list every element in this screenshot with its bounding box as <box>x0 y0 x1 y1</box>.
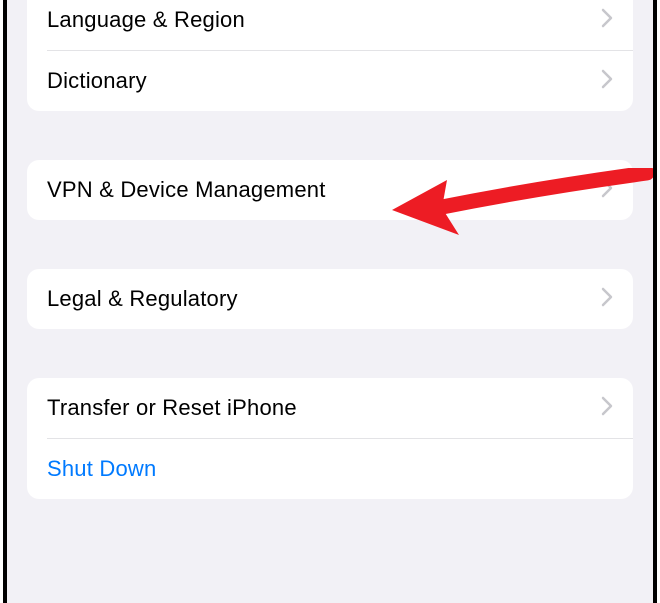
group-spacer <box>27 329 633 378</box>
settings-list: Language & Region Dictionary VPN & Devic… <box>7 0 653 499</box>
row-label: Dictionary <box>47 68 147 94</box>
row-label: Legal & Regulatory <box>47 286 238 312</box>
row-shut-down[interactable]: Shut Down <box>47 438 633 499</box>
settings-group-vpn: VPN & Device Management <box>27 160 633 220</box>
group-spacer <box>27 111 633 160</box>
row-label: Language & Region <box>47 7 245 33</box>
row-label: Shut Down <box>47 456 156 482</box>
chevron-right-icon <box>601 69 613 94</box>
row-label: VPN & Device Management <box>47 177 326 203</box>
row-legal-regulatory[interactable]: Legal & Regulatory <box>27 269 633 329</box>
chevron-right-icon <box>601 287 613 312</box>
row-vpn-device-management[interactable]: VPN & Device Management <box>27 160 633 220</box>
settings-group-legal: Legal & Regulatory <box>27 269 633 329</box>
row-transfer-reset[interactable]: Transfer or Reset iPhone <box>27 378 633 438</box>
chevron-right-icon <box>601 8 613 33</box>
chevron-right-icon <box>601 396 613 421</box>
row-dictionary[interactable]: Dictionary <box>47 50 633 111</box>
phone-frame: Language & Region Dictionary VPN & Devic… <box>3 0 657 603</box>
row-language-region[interactable]: Language & Region <box>27 0 633 50</box>
group-spacer <box>27 220 633 269</box>
chevron-right-icon <box>601 178 613 203</box>
settings-group-reset: Transfer or Reset iPhone Shut Down <box>27 378 633 499</box>
settings-group-general: Language & Region Dictionary <box>27 0 633 111</box>
row-label: Transfer or Reset iPhone <box>47 395 297 421</box>
